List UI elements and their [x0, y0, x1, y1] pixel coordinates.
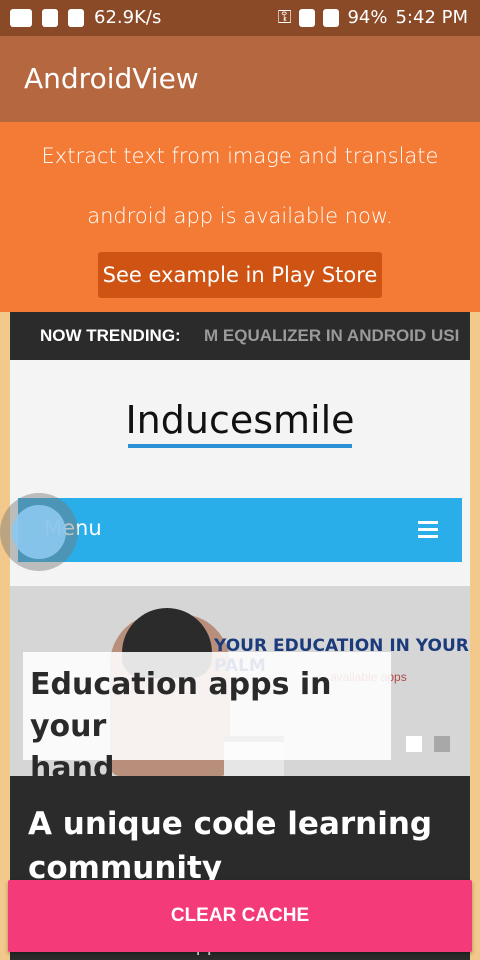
clear-cache-button[interactable]: CLEAR CACHE	[8, 880, 472, 952]
trending-label: NOW TRENDING:	[40, 326, 181, 345]
trending-ticker[interactable]: M EQUALIZER IN ANDROID USI	[204, 326, 459, 346]
touch-ripple	[0, 493, 78, 571]
hero-slider[interactable]: YOUR EDUCATION IN YOUR PALM available ap…	[10, 586, 470, 776]
slider-dots	[406, 736, 450, 752]
cell-signal-icon	[299, 8, 316, 27]
touch-ripple-center	[12, 505, 66, 559]
trending-bar: NOW TRENDING: M EQUALIZER IN ANDROID USI	[10, 312, 470, 360]
network-speed: 62.9K/s	[94, 7, 162, 28]
battery-icon	[323, 8, 340, 27]
image-icon	[42, 8, 58, 27]
site-logo[interactable]: Inducesmile	[10, 398, 470, 442]
slider-dot[interactable]	[434, 736, 450, 752]
section-heading-line-1: A unique code learning	[28, 806, 433, 842]
key-icon: ⚿	[277, 7, 292, 28]
section-heading: A unique code learning community	[28, 802, 432, 890]
hero-caption-line-2: hand	[30, 751, 115, 776]
promo-line-1: Extract text from image and translate	[41, 144, 439, 168]
hero-caption-line-1: Education apps in your	[30, 667, 332, 744]
message-icon	[10, 8, 32, 27]
status-left: 62.9K/s	[10, 7, 161, 28]
signal-icon	[68, 8, 84, 27]
battery-percent: 94%	[347, 7, 388, 28]
hero-caption: Education apps in your hand	[23, 652, 391, 776]
app-bar: AndroidView	[0, 36, 480, 122]
app-title: AndroidView	[24, 62, 199, 95]
hamburger-icon[interactable]	[418, 521, 438, 538]
logo-underline	[128, 444, 352, 448]
promo-line-2: android app is available now.	[87, 204, 393, 228]
site-menu-bar[interactable]: Menu	[18, 498, 462, 562]
status-right: ⚿ 94% 5:42 PM	[278, 7, 468, 28]
clock: 5:42 PM	[395, 7, 468, 28]
play-store-button[interactable]: See example in Play Store	[98, 252, 382, 298]
promo-banner: Extract text from image and translate an…	[0, 122, 480, 312]
status-bar: 62.9K/s ⚿ 94% 5:42 PM	[0, 0, 480, 36]
webview[interactable]: NOW TRENDING: M EQUALIZER IN ANDROID USI…	[10, 312, 470, 960]
slider-dot-active[interactable]	[406, 736, 422, 752]
